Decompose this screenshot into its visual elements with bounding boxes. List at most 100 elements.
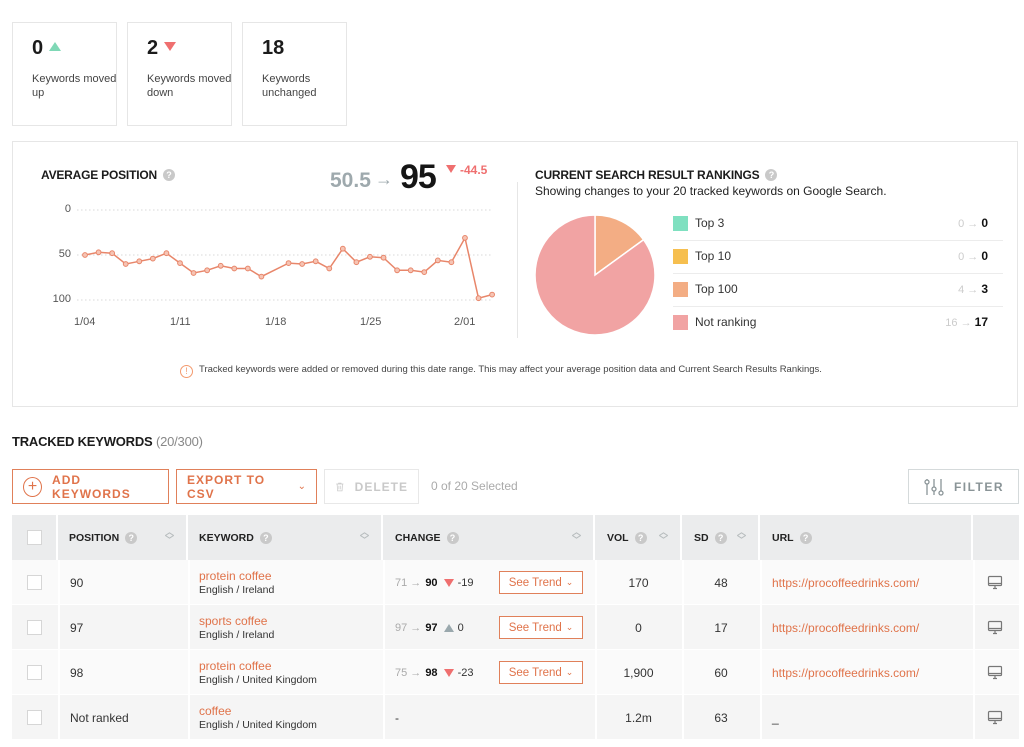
tracked-keywords-count: (20/300) [155,434,203,449]
help-icon[interactable]: ? [799,531,812,544]
data-point[interactable]: 1/06: 48 [109,250,116,257]
see-trend-button[interactable]: See Trend ⌄ [499,616,583,639]
delete-button[interactable]: DELETE [324,469,419,504]
sort-icon[interactable]: ︿ ﹀ [659,528,668,545]
legend-swatch [673,282,688,297]
url-link[interactable]: https://procoffeedrinks.com/ [772,560,919,605]
rankings-title: CURRENT SEARCH RESULT RANKINGS? [535,168,778,182]
stat-card-moved-up: 0 Keywords moved up [12,22,117,126]
url-link[interactable]: https://procoffeedrinks.com/ [772,650,919,695]
sd-value: 48 [714,575,728,590]
data-point[interactable]: 2/03: 94 [489,291,496,298]
data-point[interactable]: 1/24: 58 [353,259,360,266]
row-checkbox[interactable] [27,710,42,725]
data-point[interactable]: 1/27: 67 [394,267,401,274]
chevron-down-icon: ⌄ [565,667,574,677]
data-point[interactable]: 1/13: 67 [204,267,211,274]
data-point[interactable]: 1/26: 53 [380,254,387,261]
position-value: 97 [70,620,84,635]
rankings-subtitle: Showing changes to your 20 tracked keywo… [535,184,887,198]
data-point[interactable]: 1/09: 54 [149,255,156,262]
x-tick-label: 1/25 [360,316,382,328]
help-icon[interactable]: ? [259,531,272,544]
data-point[interactable]: 1/20: 60 [299,261,306,267]
sort-icon[interactable]: ︿ ﹀ [737,528,746,545]
position-value: 98 [70,665,84,680]
legend-swatch [673,315,688,330]
average-position-line [84,235,493,300]
keyword-link[interactable]: coffee [199,704,231,718]
data-point[interactable]: 1/10: 48 [163,250,170,257]
column-header-vol[interactable]: VOL? ︿ ﹀ [595,515,682,560]
chevron-down-icon: ⌄ [565,622,574,632]
data-point[interactable]: 2/02: 98 [475,295,482,302]
column-header-change[interactable]: CHANGE? ︿ ﹀ [383,515,595,560]
x-tick-label: 1/04 [74,316,96,328]
row-checkbox[interactable] [27,620,42,635]
row-checkbox[interactable] [27,575,42,590]
y-tick-label: 50 [58,248,71,260]
data-point[interactable]: 1/22: 65 [326,265,333,272]
data-point[interactable]: 1/12: 70 [190,270,197,276]
data-point[interactable]: 1/30: 56 [434,257,441,264]
y-tick-label: 0 [64,203,71,215]
keyword-link[interactable]: protein coffee [199,569,272,583]
keyword-locale: English / Ireland [199,628,275,641]
help-icon[interactable]: ? [125,531,138,544]
column-header-url: URL? [760,515,973,560]
stat-card-unchanged: 18 Keywords unchanged [242,22,347,126]
help-icon[interactable]: ? [446,531,459,544]
export-csv-button[interactable]: EXPORT TO CSV ⌄ [176,469,317,504]
data-point[interactable]: 1/05: 47 [95,249,102,256]
see-trend-button[interactable]: See Trend ⌄ [499,661,583,684]
sort-icon[interactable]: ︿ ﹀ [165,528,174,545]
vol-value: 1,900 [623,665,654,680]
keyword-link[interactable]: sports coffee [199,614,267,628]
row-checkbox[interactable] [27,665,42,680]
chevron-down-icon: ⌄ [297,481,306,492]
help-icon[interactable]: ? [634,531,647,544]
data-point[interactable]: 1/04: 50 [82,252,88,258]
data-point[interactable]: 1/29: 69 [421,269,428,276]
data-point[interactable]: 1/23: 43 [339,245,346,252]
see-trend-button[interactable]: See Trend ⌄ [499,571,583,594]
help-icon[interactable]: ? [765,169,778,181]
sort-icon[interactable]: ︿ ﹀ [572,528,581,545]
divider [517,182,518,338]
data-point[interactable]: 1/11: 59 [177,260,183,266]
position-value: Not ranked [70,710,129,725]
data-point[interactable]: 1/08: 57 [136,258,143,265]
selected-count: 0 of 20 Selected [431,479,518,493]
keyword-locale: English / United Kingdom [199,718,317,731]
data-point[interactable]: 1/15: 65 [231,265,238,272]
column-header-sd[interactable]: SD? ︿ ﹀ [682,515,760,560]
url-link[interactable]: https://procoffeedrinks.com/ [772,605,919,650]
column-header-keyword[interactable]: KEYWORD? ︿ ﹀ [188,515,383,560]
help-icon[interactable]: ? [714,531,727,544]
filter-sliders-icon [924,478,944,496]
overview-panel: AVERAGE POSITION? 50.5 → 95 -44.5 1/04: … [12,141,1018,407]
add-keywords-button[interactable]: + ADD KEYWORDS [12,469,169,504]
data-point[interactable]: 1/16: 65 [244,265,251,272]
desktop-icon [987,650,1003,695]
sd-value: 17 [714,620,728,635]
data-point[interactable]: 1/25: 52 [367,253,373,260]
desktop-icon [987,695,1003,740]
sd-value: 60 [714,665,728,680]
filter-button[interactable]: FILTER [908,469,1019,504]
data-point[interactable]: 1/07: 60 [122,261,129,267]
sort-icon[interactable]: ︿ ﹀ [360,528,369,545]
data-point[interactable]: 1/21: 57 [312,258,319,265]
column-header-position[interactable]: POSITION? ︿ ﹀ [58,515,188,560]
arrow-up-icon [49,42,62,51]
select-all-checkbox[interactable] [26,530,42,545]
keyword-link[interactable]: protein coffee [199,659,272,673]
url-value: _ [772,710,779,725]
data-point[interactable]: 1/19: 59 [285,260,292,266]
table-row: Not ranked coffee English / United Kingd… [12,695,1019,740]
data-point[interactable]: 1/31: 58 [448,259,455,266]
data-point[interactable]: 1/28: 67 [407,267,414,274]
data-point[interactable]: 2/01: 31 [462,235,468,241]
data-point[interactable]: 1/17: 74 [258,273,265,280]
data-point[interactable]: 1/14: 62 [217,262,224,269]
